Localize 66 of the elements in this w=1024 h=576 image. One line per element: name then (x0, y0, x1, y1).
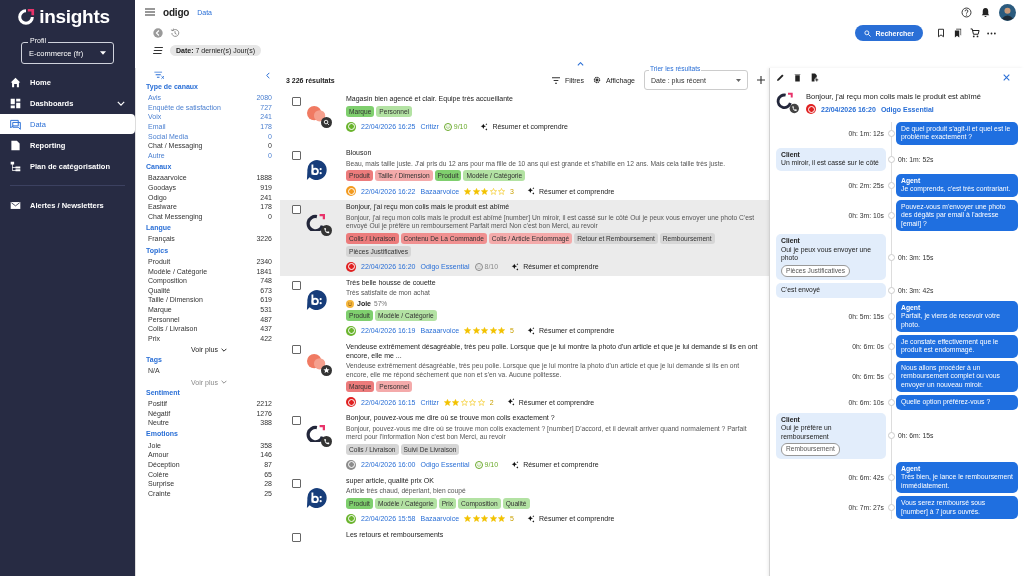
checkbox[interactable] (292, 416, 301, 425)
smiley-icon (346, 299, 354, 308)
avatar-icon[interactable] (999, 3, 1016, 21)
chat-icon (10, 118, 21, 130)
brand-logo: odigo (163, 6, 190, 18)
cart-icon[interactable] (970, 28, 980, 38)
sparkle-icon (526, 326, 535, 335)
result-row[interactable] (280, 200, 769, 276)
checkbox[interactable] (292, 151, 301, 160)
hierarchy-icon (10, 160, 21, 172)
timeline-dot (887, 286, 895, 294)
sparkle-icon (526, 514, 535, 523)
timeline-dot (887, 399, 895, 407)
sparkle-icon (506, 398, 515, 406)
checkbox[interactable] (292, 280, 301, 290)
collapse-icon[interactable] (577, 61, 584, 66)
sparkle-icon (526, 187, 535, 196)
chevron-left-icon[interactable] (266, 71, 270, 79)
timeline-dot (887, 373, 895, 381)
timeline-dot (887, 432, 895, 440)
add-icon[interactable] (757, 76, 765, 84)
document-plus-icon[interactable] (810, 72, 819, 82)
timeline-dot (887, 130, 895, 137)
timeline-dot (887, 212, 895, 220)
logo-icon (17, 8, 36, 26)
bell-icon[interactable] (980, 6, 991, 18)
timeline-dot (887, 473, 895, 481)
timeline-dot (887, 504, 895, 511)
checkbox[interactable] (292, 344, 301, 354)
bookmarks-icon[interactable] (953, 28, 963, 38)
close-icon[interactable] (1003, 73, 1010, 81)
chevron-down-icon (220, 347, 227, 352)
report-icon (10, 139, 21, 151)
checkbox[interactable] (292, 205, 301, 215)
timeline-dot (887, 312, 895, 320)
search-icon (864, 29, 872, 37)
delete-icon[interactable] (793, 72, 802, 82)
sparkle-icon (511, 460, 520, 469)
edit-icon[interactable] (776, 72, 785, 82)
dashboard-icon (10, 97, 21, 109)
home-icon (10, 76, 21, 88)
source-logo-icon (776, 92, 800, 114)
filter-list-icon[interactable] (153, 47, 163, 54)
timeline-dot (887, 253, 895, 261)
menu-icon[interactable] (145, 8, 155, 16)
timeline-dot (887, 181, 895, 189)
checkbox[interactable] (292, 478, 301, 488)
clear-filter-icon[interactable] (154, 70, 165, 80)
sparkle-icon (480, 122, 489, 131)
help-icon[interactable] (961, 6, 972, 18)
bookmark-icon[interactable] (936, 28, 946, 38)
filter-icon (551, 76, 560, 84)
checkbox[interactable] (292, 97, 301, 106)
logo-text: insights (39, 6, 110, 28)
chevron-down-icon (220, 380, 227, 385)
timeline-dot (887, 155, 895, 163)
mail-icon (10, 199, 21, 211)
checkbox[interactable] (292, 532, 301, 542)
timeline-dot (887, 342, 895, 350)
caret-icon (736, 78, 741, 82)
more-icon[interactable] (987, 31, 996, 35)
caret-icon (100, 51, 106, 55)
sparkle-icon (511, 262, 520, 271)
history-icon[interactable] (170, 28, 180, 38)
back-icon[interactable] (153, 28, 163, 38)
settings-icon (592, 76, 601, 84)
